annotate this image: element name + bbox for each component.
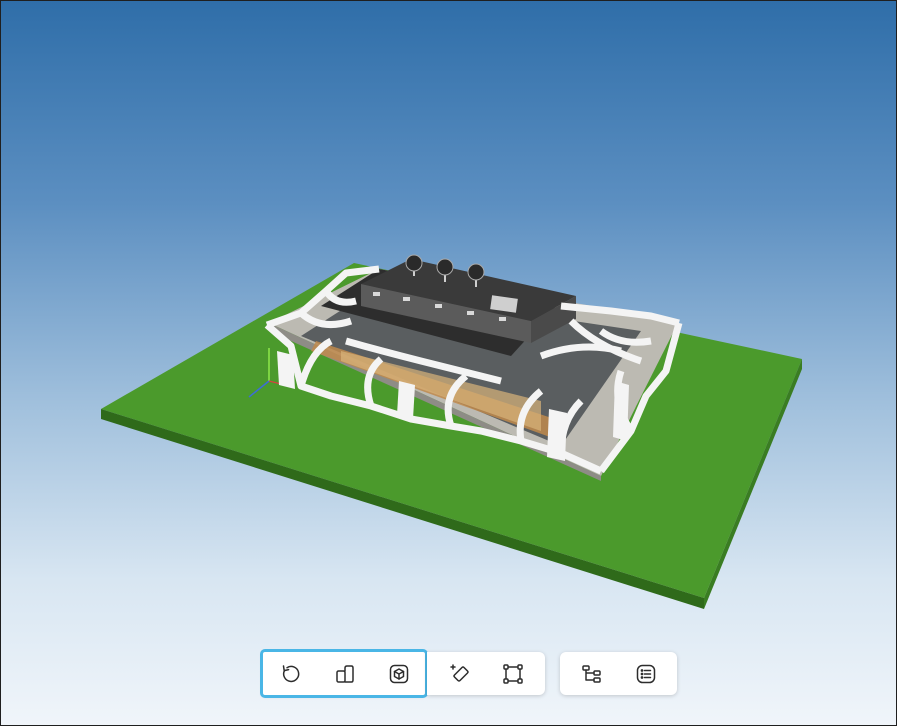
bounding-box-icon: [503, 663, 523, 684]
section-box-button[interactable]: [325, 654, 365, 694]
properties-list-button[interactable]: [626, 654, 666, 694]
model-tree-icon: [582, 664, 601, 683]
section-box-icon: [336, 664, 354, 683]
add-tag-icon: [450, 663, 469, 682]
model-tree-button[interactable]: [572, 654, 612, 694]
toolbar-tools-group: [427, 652, 545, 695]
3d-scene[interactable]: [1, 1, 896, 725]
3d-viewer[interactable]: [0, 0, 897, 726]
rotate-button[interactable]: [271, 654, 311, 694]
toolbar-navigation-group: [260, 649, 428, 698]
toolbar-panels-group: [560, 652, 677, 695]
view-cube-button[interactable]: [379, 654, 419, 694]
properties-list-icon: [636, 664, 656, 683]
view-cube-icon: [389, 664, 409, 683]
bounding-box-button[interactable]: [493, 654, 533, 694]
rotate-icon: [282, 664, 300, 682]
add-tag-button[interactable]: [439, 654, 479, 694]
